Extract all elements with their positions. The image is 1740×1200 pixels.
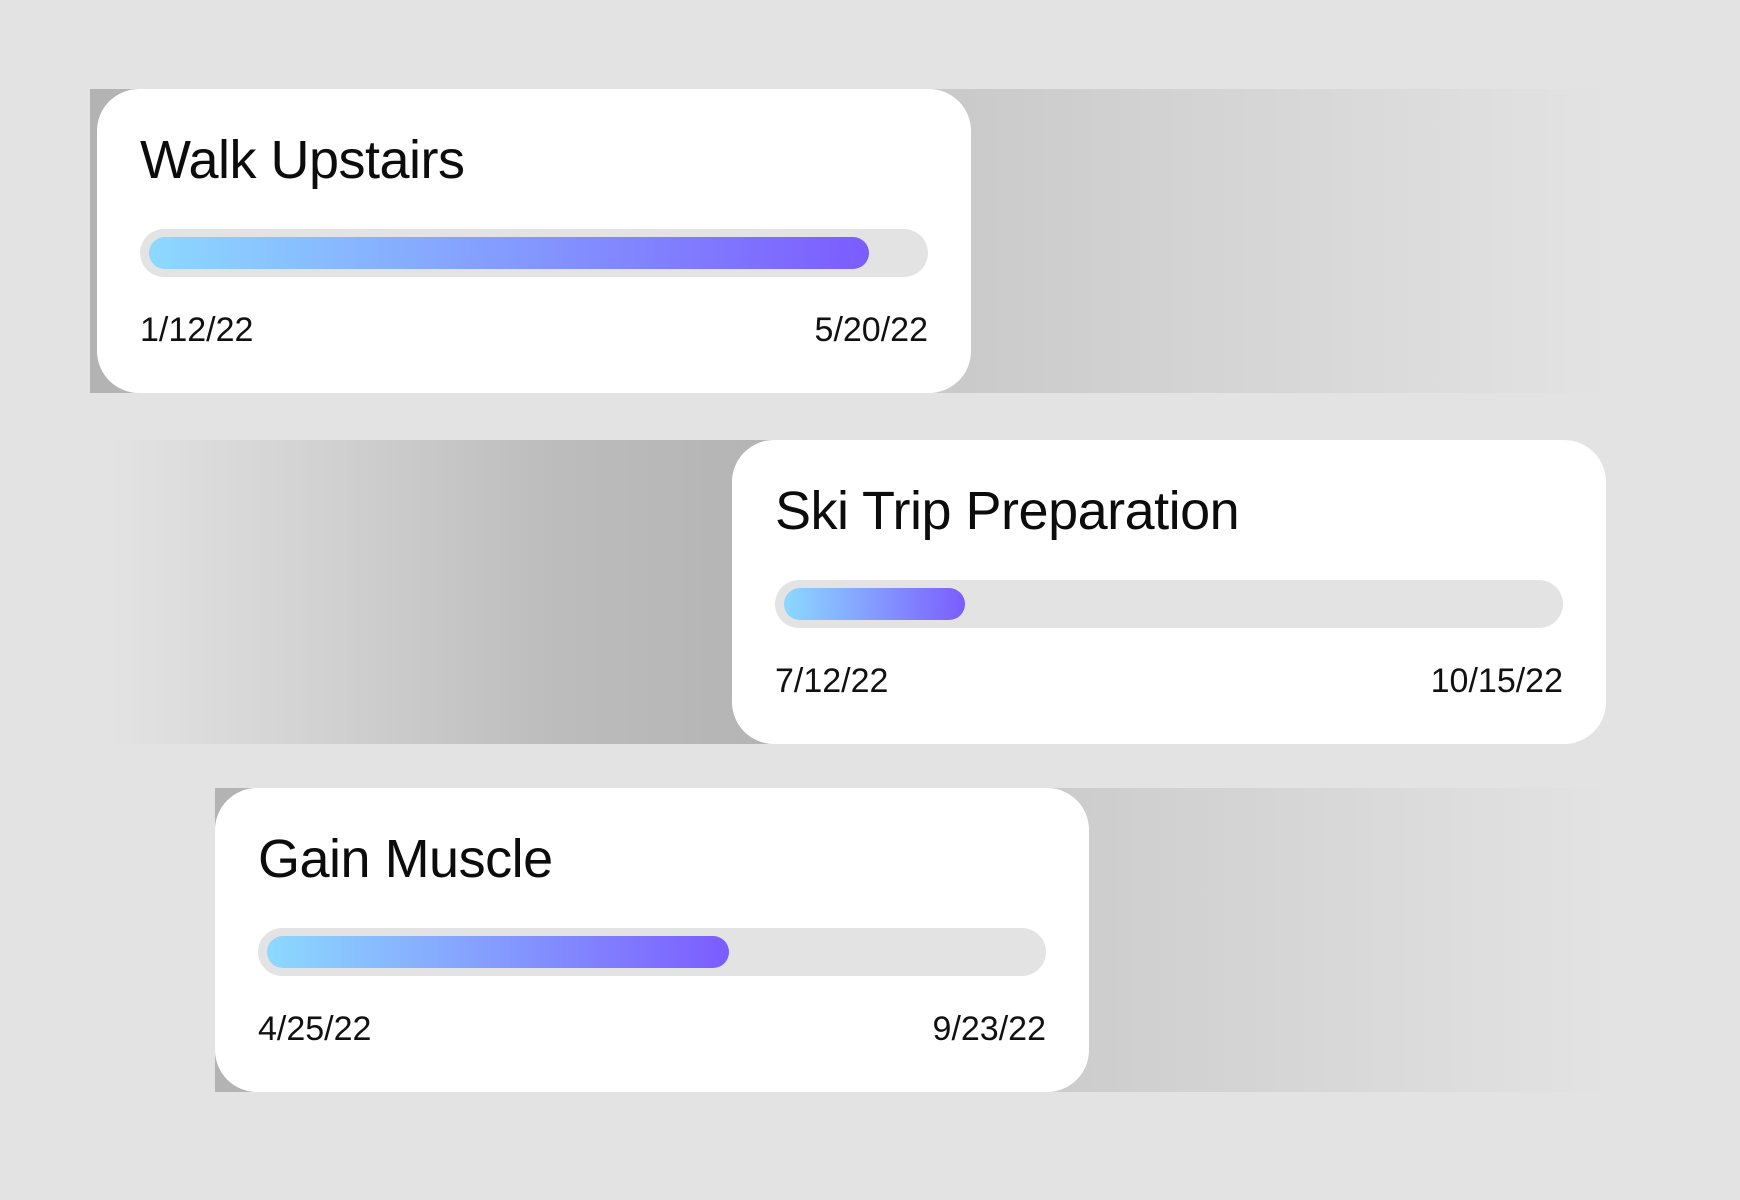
goal-title: Walk Upstairs <box>140 130 465 190</box>
start-date: 7/12/22 <box>775 662 889 700</box>
goal-track-2 <box>110 440 800 744</box>
goal-card-walk-upstairs[interactable]: Walk Upstairs 1/12/22 5/20/22 <box>97 89 971 393</box>
progress-fill <box>149 237 869 269</box>
progress-fill <box>267 936 729 968</box>
end-date: 9/23/22 <box>932 1010 1046 1048</box>
progress-bar <box>775 580 1563 628</box>
progress-fill <box>784 588 965 620</box>
progress-bar <box>258 928 1046 976</box>
end-date: 10/15/22 <box>1430 662 1563 700</box>
progress-bar <box>140 229 928 277</box>
end-date: 5/20/22 <box>814 311 928 349</box>
goal-card-ski-trip-preparation[interactable]: Ski Trip Preparation 7/12/22 10/15/22 <box>732 440 1606 744</box>
start-date: 1/12/22 <box>140 311 254 349</box>
goal-title: Ski Trip Preparation <box>775 481 1240 541</box>
start-date: 4/25/22 <box>258 1010 372 1048</box>
goal-card-gain-muscle[interactable]: Gain Muscle 4/25/22 9/23/22 <box>215 788 1089 1092</box>
goal-title: Gain Muscle <box>258 829 553 889</box>
